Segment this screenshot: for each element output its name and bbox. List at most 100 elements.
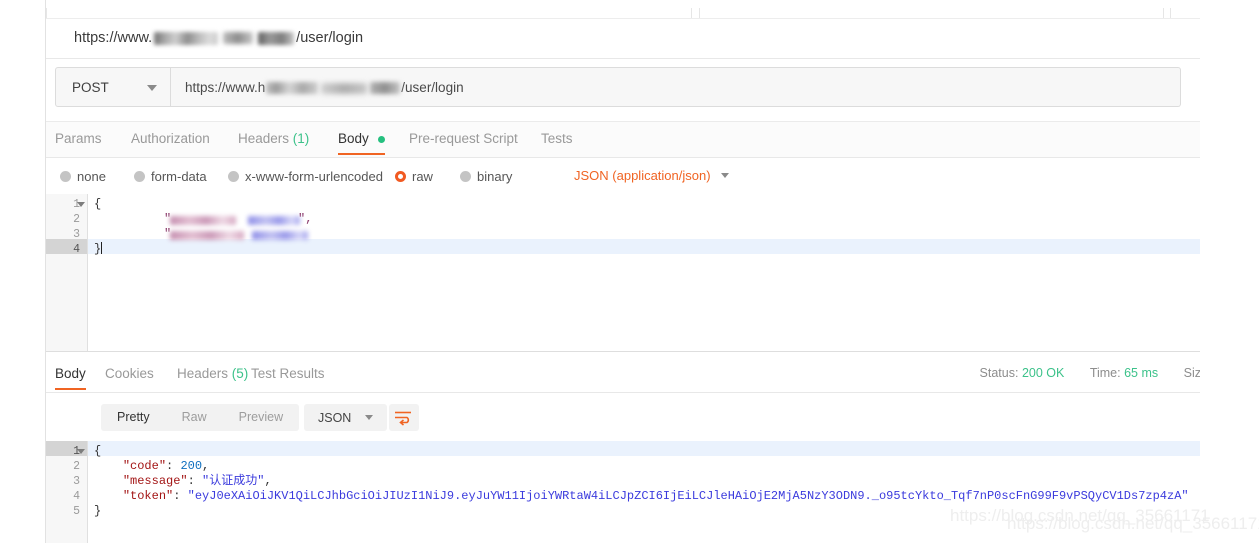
tab-label: Cookies xyxy=(105,366,154,381)
tab-label: Headers xyxy=(238,131,290,146)
response-toolbar: Pretty Raw Preview JSON xyxy=(46,393,1200,441)
response-format-select[interactable]: JSON xyxy=(304,404,388,431)
view-mode-preview[interactable]: Preview xyxy=(223,404,299,431)
word-wrap-button[interactable] xyxy=(389,404,419,431)
json-comma: , xyxy=(264,474,272,488)
request-code-line-3-redacted: " xyxy=(164,227,334,242)
body-type-urlencoded[interactable]: x-www-form-urlencoded xyxy=(228,169,383,184)
response-format-label: JSON xyxy=(318,410,352,425)
tab-label: Tests xyxy=(541,131,573,146)
response-code-line-5: } xyxy=(94,504,102,518)
http-method-select[interactable]: POST xyxy=(55,67,171,107)
json-value: "认证成功" xyxy=(202,474,265,488)
tab-tests[interactable]: Tests xyxy=(541,131,573,146)
text-cursor xyxy=(101,242,103,254)
request-code-line-4: } xyxy=(94,242,103,257)
response-meta: Status: 200 OK Time: 65 ms Siz xyxy=(980,366,1200,380)
request-close-brace: } xyxy=(94,242,102,256)
word-wrap-icon xyxy=(395,411,411,426)
request-code-line-1: { xyxy=(94,197,102,211)
radio-icon xyxy=(60,171,71,182)
radio-icon-selected xyxy=(395,171,406,182)
request-url-input[interactable]: https://www.h/user/login xyxy=(171,67,1181,107)
line-number: 2 xyxy=(73,460,80,473)
response-tab-cookies[interactable]: Cookies xyxy=(105,366,154,381)
body-type-raw[interactable]: raw xyxy=(395,169,433,184)
redacted-url-block xyxy=(370,82,401,95)
response-code-line-1: { xyxy=(94,444,102,458)
body-type-label: binary xyxy=(477,169,513,184)
active-tab-underline xyxy=(338,153,385,155)
chevron-down-icon xyxy=(147,85,157,91)
url-suffix: /user/login xyxy=(401,80,464,95)
radio-icon xyxy=(460,171,471,182)
redacted-url-block xyxy=(266,82,319,95)
redacted-domain-block xyxy=(223,32,254,45)
tab-title-suffix: /user/login xyxy=(296,30,364,46)
json-comma: , xyxy=(202,459,210,473)
json-key: "token" xyxy=(122,489,174,503)
body-type-row: none form-data x-www-form-urlencoded raw… xyxy=(46,158,1200,194)
line-number: 1 xyxy=(73,198,80,211)
redacted-domain-block xyxy=(258,31,295,45)
request-body-editor[interactable]: 1 2 3 4 { " ", " } xyxy=(46,194,1200,352)
request-url-text: https://www.h/user/login xyxy=(185,80,464,95)
tab-authorization[interactable]: Authorization xyxy=(131,131,210,146)
line-number: 3 xyxy=(73,475,80,488)
content-type-label: JSON (application/json) xyxy=(574,168,711,183)
body-type-form-data[interactable]: form-data xyxy=(134,169,207,184)
body-type-label: raw xyxy=(412,169,433,184)
tab-label: Params xyxy=(55,131,102,146)
status-value: 200 OK xyxy=(1021,366,1065,380)
json-value: "eyJ0eXAiOiJKV1QiLCJhbGciOiJIUzI1NiJ9.ey… xyxy=(187,489,1189,503)
time-label: Time: xyxy=(1089,366,1121,380)
radio-icon xyxy=(134,171,145,182)
line-number: 4 xyxy=(73,490,80,503)
fold-arrow-icon[interactable] xyxy=(77,202,85,207)
tab-body[interactable]: Body xyxy=(338,131,385,155)
request-tab-title[interactable]: https://www. /user/login xyxy=(74,30,363,46)
tab-label: Body xyxy=(338,131,369,146)
view-mode-raw[interactable]: Raw xyxy=(166,404,223,431)
body-type-label: x-www-form-urlencoded xyxy=(245,169,383,184)
response-tab-test-results[interactable]: Test Results xyxy=(251,366,325,381)
tab-pre-request-script[interactable]: Pre-request Script xyxy=(409,131,518,146)
fold-arrow-icon[interactable] xyxy=(77,449,85,454)
json-value: 200 xyxy=(180,459,203,473)
tab-label: Test Results xyxy=(251,366,325,381)
view-mode-pretty[interactable]: Pretty xyxy=(101,404,166,431)
response-tabs: Body Cookies Headers (5) Test Results St… xyxy=(46,357,1200,393)
chevron-down-icon xyxy=(365,415,374,420)
url-prefix: https://www.h xyxy=(185,80,266,95)
tab-label: Headers xyxy=(177,366,229,381)
tab-label: Pre-request Script xyxy=(409,131,518,146)
watermark-secondary: https://blog.csdn.net/qq_35661171 xyxy=(1007,514,1259,533)
http-method-label: POST xyxy=(72,80,109,95)
response-code-line-4: "token": "eyJ0eXAiOiJKV1QiLCJhbGciOiJIUz… xyxy=(122,489,1189,503)
line-number: 1 xyxy=(73,445,80,458)
active-line-highlight xyxy=(88,441,1200,456)
time-value: 65 ms xyxy=(1124,366,1159,380)
response-editor-gutter: 1 2 3 4 5 xyxy=(46,441,88,543)
response-code-line-2: "code": 200, xyxy=(122,459,210,473)
body-type-label: form-data xyxy=(151,169,207,184)
response-tab-headers[interactable]: Headers (5) xyxy=(177,366,248,381)
request-code-line-2-redacted: " ", xyxy=(164,212,313,226)
body-type-none[interactable]: none xyxy=(60,169,106,184)
tab-params[interactable]: Params xyxy=(55,131,102,146)
status-label: Status: xyxy=(979,366,1019,380)
tab-count: (1) xyxy=(292,131,310,146)
redacted-key-block xyxy=(170,231,244,240)
body-type-binary[interactable]: binary xyxy=(460,169,512,184)
content-type-select[interactable]: JSON (application/json) xyxy=(574,168,729,183)
redacted-domain-block xyxy=(154,31,219,45)
tab-headers[interactable]: Headers (1) xyxy=(238,131,309,146)
redacted-url-block xyxy=(321,82,368,94)
chevron-down-icon xyxy=(720,173,729,178)
response-view-mode-group: Pretty Raw Preview xyxy=(101,404,300,431)
response-tab-body[interactable]: Body xyxy=(55,366,86,390)
line-number: 3 xyxy=(73,228,80,241)
json-key: "code" xyxy=(122,459,167,473)
line-number: 4 xyxy=(73,243,80,256)
redacted-key-block xyxy=(170,216,236,225)
